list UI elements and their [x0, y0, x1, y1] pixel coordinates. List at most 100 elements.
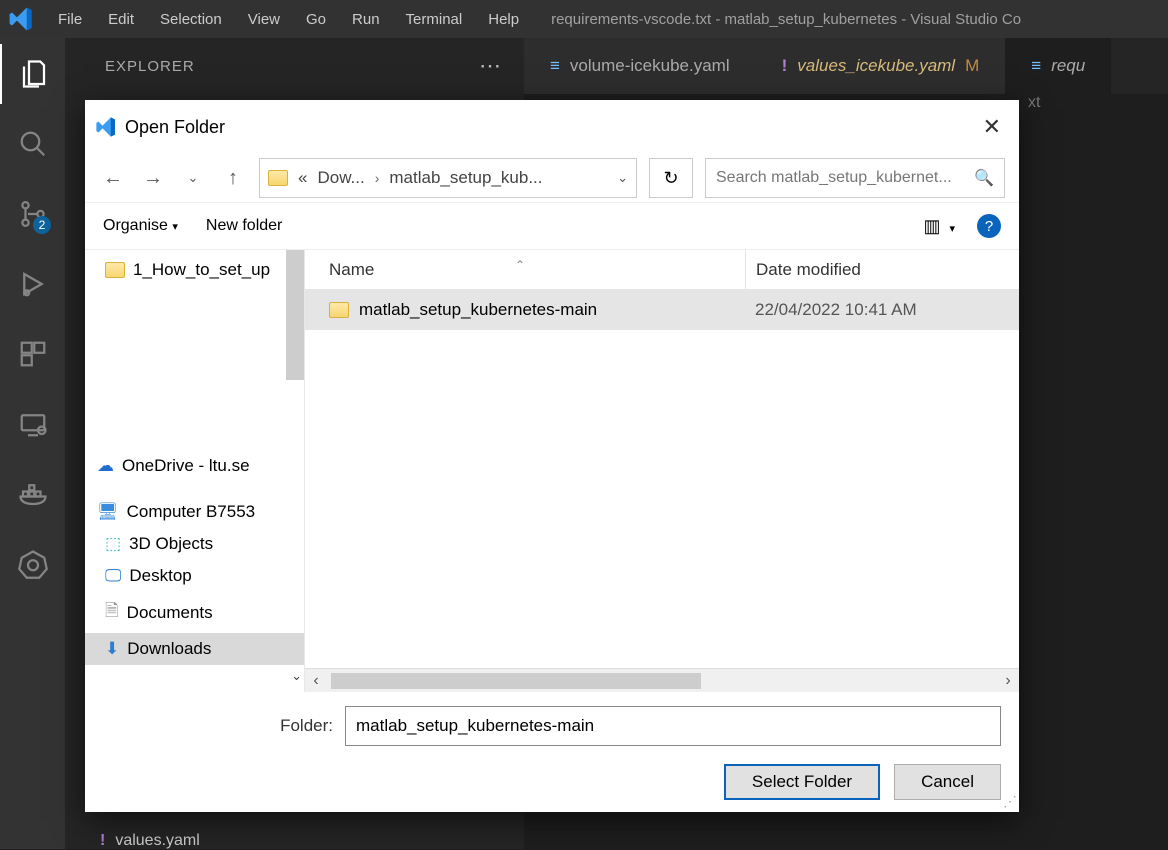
- help-button[interactable]: ?: [977, 214, 1001, 238]
- column-name[interactable]: Name ⌃: [305, 260, 745, 280]
- organise-menu[interactable]: Organise ▾: [103, 217, 178, 235]
- nav-item-howto[interactable]: 1_How_to_set_up: [85, 254, 304, 286]
- select-folder-button[interactable]: Select Folder: [724, 764, 880, 800]
- sidebar-title: EXPLORER: [105, 58, 195, 75]
- tab-label: values_icekube.yaml: [797, 56, 955, 76]
- new-folder-button[interactable]: New folder: [206, 217, 282, 235]
- scroll-right-icon[interactable]: ›: [997, 672, 1019, 690]
- dialog-toolbar: Organise ▾ New folder ▥ ▾ ?: [85, 202, 1019, 250]
- debug-icon: [18, 269, 48, 299]
- download-icon: ⬇: [105, 639, 119, 659]
- nav-back-button[interactable]: ←: [99, 167, 127, 190]
- menu-selection[interactable]: Selection: [148, 7, 234, 32]
- folder-name-input[interactable]: [345, 706, 1001, 746]
- search-icon: 🔍: [974, 168, 994, 188]
- menu-run[interactable]: Run: [340, 7, 392, 32]
- file-row[interactable]: matlab_setup_kubernetes-main 22/04/2022 …: [305, 290, 1019, 330]
- sidebar-more-icon[interactable]: ⋯: [479, 53, 502, 79]
- tab-label: volume-icekube.yaml: [570, 56, 730, 76]
- explorer-item-values[interactable]: ! values.yaml: [100, 832, 200, 850]
- nav-label: 1_How_to_set_up: [133, 260, 270, 280]
- chevron-down-icon[interactable]: ⌄: [291, 668, 302, 684]
- file-list-pane: Name ⌃ Date modified matlab_setup_kubern…: [305, 250, 1019, 692]
- menu-terminal[interactable]: Terminal: [394, 7, 475, 32]
- horizontal-scrollbar[interactable]: ‹ ›: [305, 668, 1019, 692]
- yaml-modified-icon: !: [782, 56, 788, 76]
- menu-view[interactable]: View: [236, 7, 292, 32]
- editor-tabs: ≡ volume-icekube.yaml ! values_icekube.y…: [524, 38, 1168, 94]
- dialog-footer: Folder: Select Folder Cancel: [85, 692, 1019, 812]
- chevron-down-icon[interactable]: ⌄: [617, 170, 628, 186]
- dialog-close-button[interactable]: ✕: [977, 108, 1007, 146]
- nav-label: OneDrive - ltu.se: [122, 456, 250, 476]
- nav-item-downloads[interactable]: ⬇ Downloads: [85, 633, 304, 665]
- nav-label: Computer B7553: [127, 502, 256, 522]
- folder-icon: [268, 170, 288, 186]
- vscode-logo-icon: [8, 6, 34, 32]
- menu-help[interactable]: Help: [476, 7, 531, 32]
- remote-icon: [18, 409, 48, 439]
- nav-item-computer[interactable]: 🖥 Computer B7553: [85, 496, 304, 528]
- files-icon: [19, 59, 49, 89]
- activity-kubernetes[interactable]: [0, 534, 65, 594]
- nav-item-3dobjects[interactable]: ⬚ 3D Objects: [85, 528, 304, 560]
- activity-extensions[interactable]: [0, 324, 65, 384]
- activity-explorer[interactable]: [0, 44, 65, 104]
- nav-recent-button[interactable]: ⌄: [179, 170, 207, 186]
- nav-up-button[interactable]: ↑: [219, 167, 247, 190]
- open-folder-dialog: Open Folder ✕ ← → ⌄ ↑ « Dow... › matlab_…: [85, 100, 1019, 812]
- tab-values-icekube[interactable]: ! values_icekube.yaml M: [756, 38, 1006, 94]
- address-bar[interactable]: « Dow... › matlab_setup_kub... ⌄: [259, 158, 637, 198]
- window-title: requirements-vscode.txt - matlab_setup_k…: [551, 11, 1168, 28]
- yaml-icon: ≡: [550, 56, 560, 76]
- activity-remote[interactable]: [0, 394, 65, 454]
- activity-docker[interactable]: [0, 464, 65, 524]
- cancel-button[interactable]: Cancel: [894, 764, 1001, 800]
- tab-volume-icekube[interactable]: ≡ volume-icekube.yaml: [524, 38, 756, 94]
- search-icon: [18, 129, 48, 159]
- nav-item-onedrive[interactable]: ☁ OneDrive - ltu.se: [85, 450, 304, 482]
- menu-go[interactable]: Go: [294, 7, 338, 32]
- scroll-left-icon[interactable]: ‹: [305, 672, 327, 690]
- activity-search[interactable]: [0, 114, 65, 174]
- cloud-icon: ☁: [97, 456, 114, 476]
- column-date[interactable]: Date modified: [745, 250, 1019, 289]
- activity-run-debug[interactable]: [0, 254, 65, 314]
- nav-scrollbar[interactable]: [286, 250, 304, 380]
- dialog-titlebar: Open Folder ✕: [85, 100, 1019, 154]
- file-name: matlab_setup_kubernetes-main: [359, 300, 597, 320]
- file-date: 22/04/2022 10:41 AM: [745, 300, 1019, 320]
- desktop-icon: 🖵: [105, 566, 121, 586]
- scroll-thumb[interactable]: [331, 673, 701, 689]
- menubar: File Edit Selection View Go Run Terminal…: [0, 0, 1168, 38]
- nav-label: Documents: [127, 603, 213, 623]
- tab-requirements[interactable]: ≡ requ: [1005, 38, 1111, 94]
- activity-source-control[interactable]: 2: [0, 184, 65, 244]
- nav-label: 3D Objects: [129, 534, 213, 554]
- nav-item-documents[interactable]: 🗎 Documents: [85, 592, 304, 633]
- menu-edit[interactable]: Edit: [96, 7, 146, 32]
- modified-indicator: M: [965, 56, 979, 76]
- nav-label: Desktop: [129, 566, 191, 586]
- navigation-pane: 1_How_to_set_up ☁ OneDrive - ltu.se 🖥 Co…: [85, 250, 305, 692]
- breadcrumb-parent[interactable]: Dow...: [317, 168, 364, 188]
- docker-icon: [18, 479, 48, 509]
- sort-asc-icon: ⌃: [515, 258, 525, 272]
- breadcrumb-prefix: «: [298, 168, 307, 188]
- file-label: values.yaml: [115, 832, 199, 850]
- menu-file[interactable]: File: [46, 7, 94, 32]
- chevron-right-icon: ›: [375, 170, 380, 186]
- extensions-icon: [18, 339, 48, 369]
- breadcrumb-current[interactable]: matlab_setup_kub...: [389, 168, 542, 188]
- view-options-button[interactable]: ▥ ▾: [923, 216, 957, 237]
- tab-label: requ: [1051, 56, 1085, 76]
- resize-grip-icon[interactable]: ⋰: [1003, 793, 1015, 810]
- dialog-nav-row: ← → ⌄ ↑ « Dow... › matlab_setup_kub... ⌄…: [85, 154, 1019, 202]
- refresh-button[interactable]: ↻: [649, 158, 693, 198]
- dialog-search-input[interactable]: Search matlab_setup_kubernet... 🔍: [705, 158, 1005, 198]
- column-headers: Name ⌃ Date modified: [305, 250, 1019, 290]
- nav-item-desktop[interactable]: 🖵 Desktop: [85, 560, 304, 592]
- pc-icon: 🖥: [97, 502, 119, 522]
- nav-forward-button[interactable]: →: [139, 167, 167, 190]
- document-icon: 🗎: [105, 598, 119, 627]
